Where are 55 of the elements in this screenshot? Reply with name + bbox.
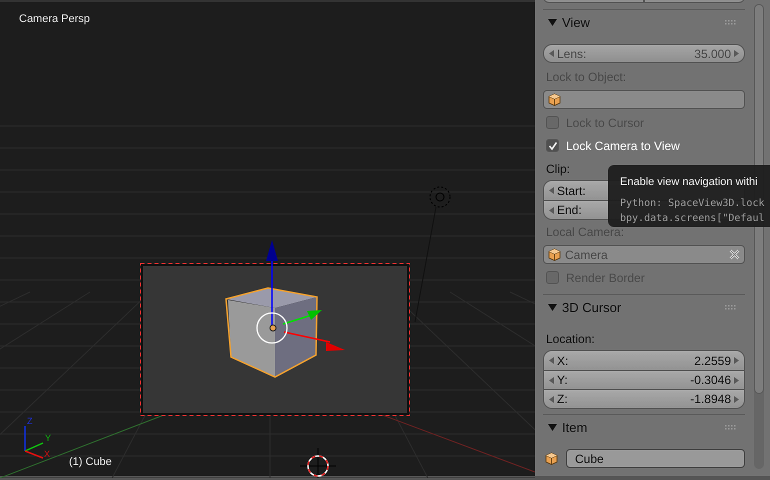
collapse-triangle-icon[interactable] (548, 423, 557, 432)
right-arrow-icon[interactable] (734, 357, 739, 364)
axis-label: Z (27, 417, 32, 426)
object-label: (1) Cube (69, 455, 112, 470)
cube-icon (545, 452, 558, 465)
right-arrow-icon[interactable] (734, 376, 739, 384)
field-label: Y: (557, 372, 568, 389)
left-arrow-icon[interactable] (549, 50, 554, 57)
python-path-text: Python: SpaceView3D.lock (620, 196, 766, 210)
checkbox[interactable] (546, 116, 559, 129)
field-label: Z: (557, 391, 568, 408)
left-arrow-icon[interactable] (549, 396, 554, 402)
axis-label: X (44, 450, 50, 459)
field-label: Lens: (557, 46, 586, 62)
right-arrow-icon[interactable] (734, 50, 739, 57)
checkbox[interactable] (546, 139, 559, 152)
field-label: X: (557, 352, 568, 370)
left-arrow-icon[interactable] (549, 187, 554, 194)
field-value: -1.8948 (690, 391, 731, 408)
field-value: -0.3046 (690, 372, 731, 389)
number-field[interactable]: Y: -0.3046 (544, 370, 744, 389)
panel-title[interactable]: View (562, 12, 590, 32)
grip-icon[interactable] (725, 425, 737, 430)
name-field[interactable]: Cube (566, 449, 745, 468)
tooltip-title: Enable view navigation withi (620, 175, 759, 190)
grip-icon[interactable] (725, 20, 737, 25)
left-arrow-icon[interactable] (549, 206, 554, 214)
field-value: 2.2559 (694, 352, 731, 370)
collapse-triangle-icon[interactable] (548, 303, 557, 312)
left-arrow-icon[interactable] (549, 376, 554, 384)
close-icon[interactable] (729, 249, 740, 260)
3d-viewport[interactable]: Camera Persp Z Y X (1) Cube (0, 0, 535, 476)
viewport-title: Camera Persp (19, 12, 90, 27)
grip-icon[interactable] (725, 305, 737, 310)
section-label: Location: (545, 330, 595, 348)
panel-title[interactable]: Item (562, 418, 588, 438)
axis-label: Y (45, 434, 52, 443)
left-arrow-icon[interactable] (549, 357, 554, 364)
section-label: Clip: (545, 160, 570, 178)
number-field[interactable]: X: 2.2559 (544, 351, 744, 370)
axis-lines-drawing (24, 425, 44, 460)
cube-icon (548, 248, 561, 261)
right-arrow-icon[interactable] (734, 396, 739, 402)
field-value: 35.000 (694, 46, 731, 62)
python-path-text: bpy.data.screens["Defaul (620, 212, 766, 226)
field-label: End: (557, 202, 582, 219)
field-label: Start: (557, 182, 586, 200)
number-field[interactable]: Z: -1.8948 (544, 389, 744, 408)
object-field[interactable] (543, 90, 745, 109)
checkbox[interactable] (546, 271, 559, 284)
collapse-triangle-icon[interactable] (548, 18, 557, 27)
cube-icon (548, 93, 561, 106)
checkbox-label: Lock Camera to View (566, 138, 680, 154)
field-value: Camera (565, 246, 608, 264)
panel-title[interactable]: 3D Cursor (562, 298, 622, 318)
